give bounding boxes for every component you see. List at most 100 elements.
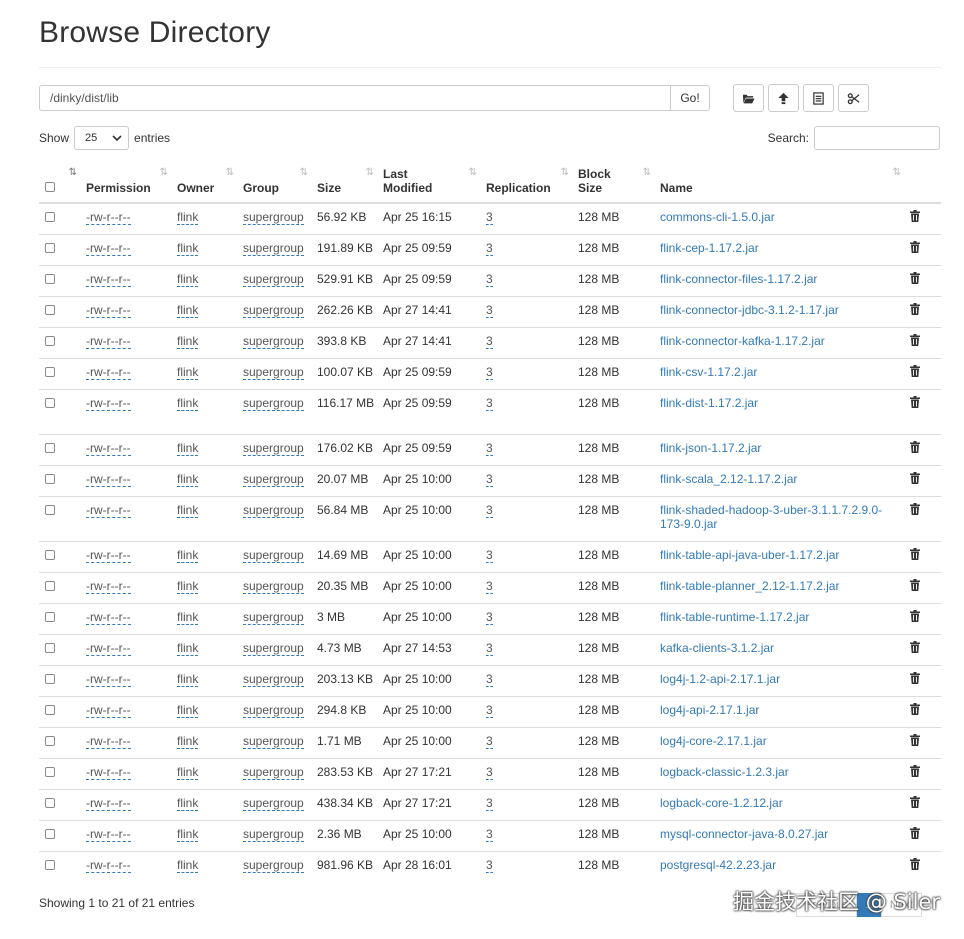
permission-link[interactable]: -rw-r--r--: [86, 210, 131, 225]
file-name-link[interactable]: log4j-api-2.17.1.jar: [660, 703, 759, 717]
group-header[interactable]: Group ⇅: [239, 160, 313, 204]
owner-link[interactable]: flink: [177, 764, 199, 780]
cut-paste-button[interactable]: [838, 84, 869, 112]
permission-link[interactable]: -rw-r--r--: [86, 471, 131, 487]
permission-link[interactable]: -rw-r--r--: [86, 240, 131, 256]
file-name-link[interactable]: flink-connector-files-1.17.2.jar: [660, 272, 817, 286]
replication-link[interactable]: 3: [486, 240, 493, 256]
permission-link[interactable]: -rw-r--r--: [86, 826, 131, 842]
replication-link[interactable]: 3: [486, 764, 493, 780]
row-checkbox[interactable]: [45, 504, 55, 515]
group-link[interactable]: supergroup: [243, 471, 304, 487]
file-name-link[interactable]: flink-table-runtime-1.17.2.jar: [660, 610, 809, 624]
replication-link[interactable]: 3: [486, 702, 493, 718]
file-name-link[interactable]: commons-cli-1.5.0.jar: [660, 210, 775, 224]
group-link[interactable]: supergroup: [243, 578, 304, 594]
trash-icon[interactable]: [910, 795, 920, 808]
file-name-link[interactable]: flink-table-api-java-uber-1.17.2.jar: [660, 548, 839, 562]
owner-link[interactable]: flink: [177, 795, 199, 811]
permission-link[interactable]: -rw-r--r--: [86, 547, 131, 563]
file-name-link[interactable]: mysql-connector-java-8.0.27.jar: [660, 827, 828, 841]
replication-link[interactable]: 3: [486, 395, 493, 411]
permission-link[interactable]: -rw-r--r--: [86, 764, 131, 780]
select-all-header[interactable]: ⇅: [39, 160, 82, 204]
trash-icon[interactable]: [910, 440, 920, 453]
row-checkbox[interactable]: [45, 304, 55, 315]
trash-icon[interactable]: [910, 395, 920, 408]
row-checkbox[interactable]: [45, 212, 55, 222]
directory-path-input[interactable]: [39, 85, 670, 111]
permission-link[interactable]: -rw-r--r--: [86, 395, 131, 411]
replication-link[interactable]: 3: [486, 671, 493, 687]
row-checkbox[interactable]: [45, 273, 55, 284]
row-checkbox[interactable]: [45, 859, 55, 870]
permission-link[interactable]: -rw-r--r--: [86, 857, 131, 873]
group-link[interactable]: supergroup: [243, 210, 304, 225]
group-link[interactable]: supergroup: [243, 271, 304, 287]
group-link[interactable]: supergroup: [243, 702, 304, 718]
group-link[interactable]: supergroup: [243, 733, 304, 749]
trash-icon[interactable]: [910, 333, 920, 346]
owner-link[interactable]: flink: [177, 578, 199, 594]
group-link[interactable]: supergroup: [243, 609, 304, 625]
replication-link[interactable]: 3: [486, 333, 493, 349]
name-header[interactable]: Name ⇅: [656, 160, 906, 204]
permission-link[interactable]: -rw-r--r--: [86, 671, 131, 687]
permission-link[interactable]: -rw-r--r--: [86, 795, 131, 811]
replication-link[interactable]: 3: [486, 609, 493, 625]
group-link[interactable]: supergroup: [243, 333, 304, 349]
permission-link[interactable]: -rw-r--r--: [86, 702, 131, 718]
row-checkbox[interactable]: [45, 366, 55, 377]
trash-icon[interactable]: [910, 764, 920, 777]
file-name-link[interactable]: logback-core-1.2.12.jar: [660, 796, 783, 810]
row-checkbox[interactable]: [45, 673, 55, 684]
replication-link[interactable]: 3: [486, 578, 493, 594]
replication-link[interactable]: 3: [486, 271, 493, 287]
group-link[interactable]: supergroup: [243, 302, 304, 318]
file-name-link[interactable]: logback-classic-1.2.3.jar: [660, 765, 789, 779]
row-checkbox[interactable]: [45, 335, 55, 346]
replication-link[interactable]: 3: [486, 640, 493, 656]
group-link[interactable]: supergroup: [243, 764, 304, 780]
row-checkbox[interactable]: [45, 549, 55, 560]
file-name-link[interactable]: log4j-1.2-api-2.17.1.jar: [660, 672, 780, 686]
file-name-link[interactable]: flink-connector-jdbc-3.1.2-1.17.jar: [660, 303, 839, 317]
group-link[interactable]: supergroup: [243, 640, 304, 656]
replication-link[interactable]: 3: [486, 826, 493, 842]
owner-link[interactable]: flink: [177, 826, 199, 842]
row-checkbox[interactable]: [45, 397, 55, 408]
row-checkbox[interactable]: [45, 642, 55, 653]
group-link[interactable]: supergroup: [243, 826, 304, 842]
trash-icon[interactable]: [910, 733, 920, 746]
owner-link[interactable]: flink: [177, 733, 199, 749]
trash-icon[interactable]: [910, 210, 920, 222]
search-input[interactable]: [814, 126, 940, 150]
trash-icon[interactable]: [910, 302, 920, 315]
trash-icon[interactable]: [910, 702, 920, 715]
block-size-header[interactable]: Block Size ⇅: [574, 160, 656, 204]
trash-icon[interactable]: [910, 547, 920, 560]
upload-button[interactable]: [768, 84, 799, 112]
permission-link[interactable]: -rw-r--r--: [86, 333, 131, 349]
owner-link[interactable]: flink: [177, 471, 199, 487]
owner-link[interactable]: flink: [177, 609, 199, 625]
trash-icon[interactable]: [910, 826, 920, 839]
size-header[interactable]: Size ⇅: [313, 160, 379, 204]
row-checkbox[interactable]: [45, 242, 55, 253]
file-name-link[interactable]: flink-shaded-hadoop-3-uber-3.1.1.7.2.9.0…: [660, 503, 882, 531]
group-link[interactable]: supergroup: [243, 795, 304, 811]
file-name-link[interactable]: flink-dist-1.17.2.jar: [660, 396, 758, 410]
row-checkbox[interactable]: [45, 797, 55, 808]
file-name-link[interactable]: log4j-core-2.17.1.jar: [660, 734, 767, 748]
trash-icon[interactable]: [910, 364, 920, 377]
group-link[interactable]: supergroup: [243, 547, 304, 563]
file-name-link[interactable]: flink-cep-1.17.2.jar: [660, 241, 759, 255]
permission-link[interactable]: -rw-r--r--: [86, 733, 131, 749]
group-link[interactable]: supergroup: [243, 502, 304, 518]
owner-link[interactable]: flink: [177, 210, 199, 225]
row-checkbox[interactable]: [45, 735, 55, 746]
trash-icon[interactable]: [910, 857, 920, 870]
file-name-link[interactable]: kafka-clients-3.1.2.jar: [660, 641, 774, 655]
trash-icon[interactable]: [910, 578, 920, 591]
row-checkbox[interactable]: [45, 828, 55, 839]
